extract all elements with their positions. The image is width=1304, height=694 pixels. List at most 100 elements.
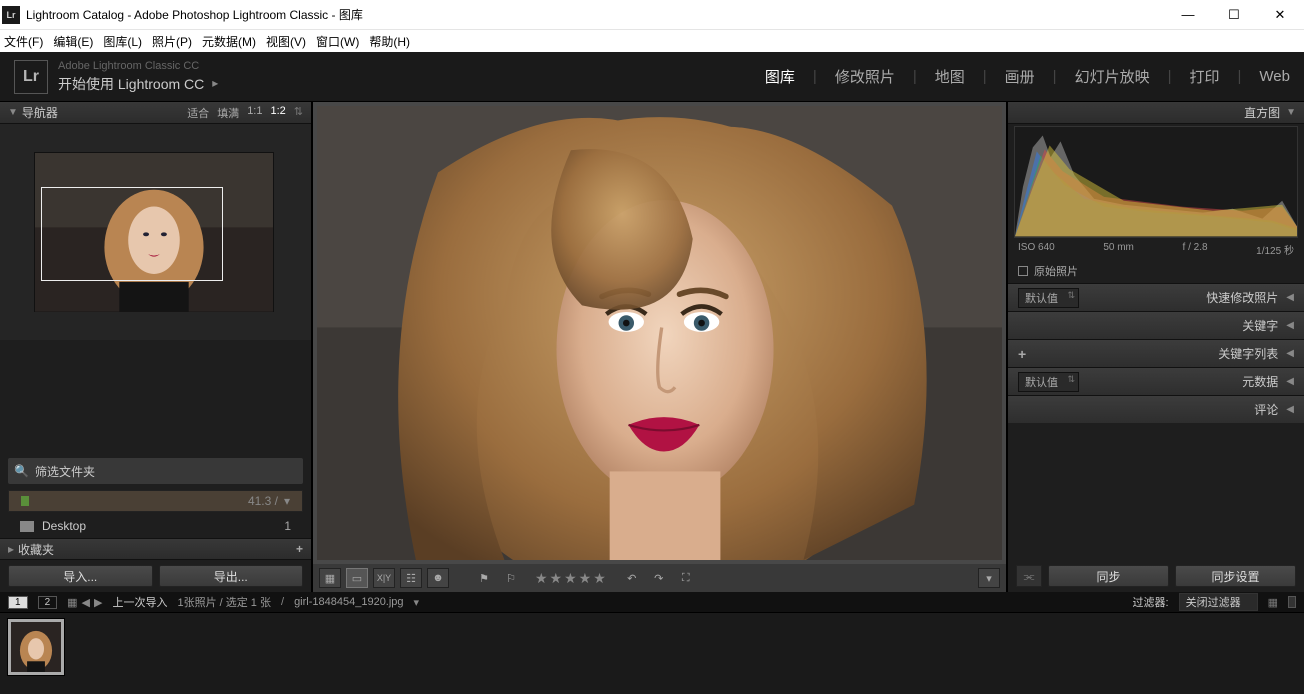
- navigator-label: 导航器: [22, 104, 58, 121]
- zoom-1-1[interactable]: 1:1: [247, 105, 262, 121]
- minimize-button[interactable]: —: [1176, 7, 1200, 23]
- menu-photo[interactable]: 照片(P): [152, 33, 192, 50]
- compare-view-button[interactable]: X|Y: [373, 568, 395, 588]
- original-label: 原始照片: [1034, 263, 1078, 279]
- menu-file[interactable]: 文件(F): [4, 33, 43, 50]
- export-button[interactable]: 导出...: [159, 565, 304, 587]
- menu-library[interactable]: 图库(L): [103, 33, 142, 50]
- navigator-preview[interactable]: [0, 124, 311, 340]
- menu-window[interactable]: 窗口(W): [316, 33, 359, 50]
- metadata-dropdown[interactable]: 默认值: [1018, 372, 1079, 392]
- original-photo-row[interactable]: 原始照片: [1008, 259, 1304, 283]
- rotate-ccw-button[interactable]: ↶: [621, 568, 643, 588]
- loupe-view-button[interactable]: ▭: [346, 568, 368, 588]
- keywords-section[interactable]: 关键字 ◀: [1008, 311, 1304, 339]
- collections-label: 收藏夹: [18, 541, 54, 558]
- zoom-fit[interactable]: 适合: [187, 105, 209, 121]
- menu-metadata[interactable]: 元数据(M): [202, 33, 256, 50]
- module-bar: Lr Adobe Lightroom Classic CC 开始使用 Light…: [0, 52, 1304, 102]
- center-toolbar: ▦ ▭ X|Y ☷ ☻ ⚑ ⚐ ★★★★★ ↶ ↷ ⛶ ▾: [313, 564, 1006, 592]
- add-keyword-button[interactable]: +: [1018, 346, 1026, 362]
- people-view-button[interactable]: ☻: [427, 568, 449, 588]
- right-panel: 直方图 ▼ ISO 640 50 mm f / 2.8 1/125 秒: [1007, 102, 1304, 592]
- filmstrip-mode-1[interactable]: 1: [8, 596, 28, 609]
- quickdev-label: 快速修改照片: [1206, 289, 1278, 306]
- folder-desktop[interactable]: Desktop 1: [8, 515, 303, 537]
- breadcrumb-filename: girl-1848454_1920.jpg: [294, 596, 403, 608]
- toolbar-menu-button[interactable]: ▾: [978, 568, 1000, 588]
- close-button[interactable]: ✕: [1268, 7, 1292, 23]
- chevron-left-icon: ◀: [1286, 348, 1294, 359]
- chevron-left-icon: ◀: [1286, 320, 1294, 331]
- preset-dropdown[interactable]: 默认值: [1018, 288, 1079, 308]
- grid-icon[interactable]: ▦: [67, 596, 77, 609]
- rating-stars[interactable]: ★★★★★: [535, 570, 608, 587]
- menu-edit[interactable]: 编辑(E): [53, 33, 93, 50]
- quickdev-section[interactable]: 默认值 快速修改照片 ◀: [1008, 283, 1304, 311]
- menu-help[interactable]: 帮助(H): [369, 33, 410, 50]
- module-develop[interactable]: 修改照片: [835, 66, 895, 87]
- maximize-button[interactable]: ☐: [1222, 7, 1246, 23]
- drive-size: 41.3 /: [248, 494, 278, 508]
- nav-fwd-icon[interactable]: ▶: [94, 596, 102, 609]
- filmstrip-thumb[interactable]: [8, 619, 64, 675]
- image-preview[interactable]: [317, 106, 1002, 560]
- chevron-down-icon: ▼: [8, 107, 18, 118]
- flag-pick-button[interactable]: ⚑: [473, 568, 495, 588]
- zoom-1-2[interactable]: 1:2: [270, 105, 285, 121]
- folder-filter-input[interactable]: 🔍 筛选文件夹: [8, 458, 303, 484]
- search-icon: 🔍: [14, 464, 29, 478]
- chevron-left-icon: ◀: [1286, 292, 1294, 303]
- original-checkbox[interactable]: [1018, 266, 1028, 276]
- brand-arrow-icon: ▸: [212, 76, 218, 90]
- keywords-label: 关键字: [1242, 317, 1278, 334]
- histogram-focal: 50 mm: [1103, 242, 1134, 257]
- histogram-display[interactable]: [1014, 126, 1298, 238]
- breadcrumb-source[interactable]: 上一次导入: [112, 594, 167, 610]
- sync-button[interactable]: 同步: [1048, 565, 1169, 587]
- app-icon: Lr: [2, 6, 20, 24]
- filmstrip[interactable]: [0, 612, 1304, 694]
- navigator-header[interactable]: ▼ 导航器 适合 填满 1:1 1:2 ⇅: [0, 102, 311, 124]
- filter-menu-icon[interactable]: ▦: [1268, 596, 1278, 609]
- histogram-iso: ISO 640: [1018, 242, 1055, 257]
- import-button[interactable]: 导入...: [8, 565, 153, 587]
- menu-view[interactable]: 视图(V): [266, 33, 306, 50]
- module-map[interactable]: 地图: [935, 66, 965, 87]
- filter-dropdown[interactable]: 关闭过滤器: [1179, 593, 1258, 611]
- rotate-cw-button[interactable]: ↷: [648, 568, 670, 588]
- module-web[interactable]: Web: [1259, 68, 1290, 85]
- chevron-down-icon[interactable]: ▾: [414, 596, 420, 609]
- add-collection-button[interactable]: +: [296, 542, 303, 556]
- sync-lock-button[interactable]: ⫘: [1016, 565, 1042, 587]
- brand-line2[interactable]: 开始使用 Lightroom CC: [58, 74, 204, 94]
- chevron-left-icon: ◀: [1286, 404, 1294, 415]
- breadcrumb-bar: 1 2 ▦ ◀ ▶ 上一次导入 1张照片 / 选定 1 张 / girl-184…: [0, 592, 1304, 612]
- slideshow-button[interactable]: ⛶: [675, 568, 697, 588]
- module-slideshow[interactable]: 幻灯片放映: [1075, 66, 1150, 87]
- flag-reject-button[interactable]: ⚐: [500, 568, 522, 588]
- filter-lock-icon[interactable]: [1288, 596, 1296, 608]
- survey-view-button[interactable]: ☷: [400, 568, 422, 588]
- zoom-stepper-icon[interactable]: ⇅: [294, 105, 303, 121]
- drive-row[interactable]: 41.3 / ▾: [8, 490, 303, 512]
- comments-section[interactable]: 评论 ◀: [1008, 395, 1304, 423]
- sync-settings-button[interactable]: 同步设置: [1175, 565, 1296, 587]
- chevron-left-icon: ◀: [1286, 376, 1294, 387]
- module-print[interactable]: 打印: [1190, 66, 1220, 87]
- chevron-down-icon: ▼: [1286, 107, 1296, 118]
- zoom-fill[interactable]: 填满: [217, 105, 239, 121]
- collections-header[interactable]: ▸ 收藏夹 +: [0, 538, 311, 560]
- lr-logo: Lr: [14, 60, 48, 94]
- nav-back-icon[interactable]: ◀: [82, 596, 90, 609]
- navigator-crop-rect[interactable]: [41, 187, 223, 281]
- chevron-down-icon[interactable]: ▾: [284, 494, 290, 508]
- window-titlebar: Lr Lightroom Catalog - Adobe Photoshop L…: [0, 0, 1304, 30]
- metadata-section[interactable]: 默认值 元数据 ◀: [1008, 367, 1304, 395]
- keywordlist-section[interactable]: + 关键字列表 ◀: [1008, 339, 1304, 367]
- grid-view-button[interactable]: ▦: [319, 568, 341, 588]
- histogram-header[interactable]: 直方图 ▼: [1008, 102, 1304, 124]
- module-library[interactable]: 图库: [765, 66, 795, 87]
- filmstrip-mode-2[interactable]: 2: [38, 596, 58, 609]
- module-book[interactable]: 画册: [1005, 66, 1035, 87]
